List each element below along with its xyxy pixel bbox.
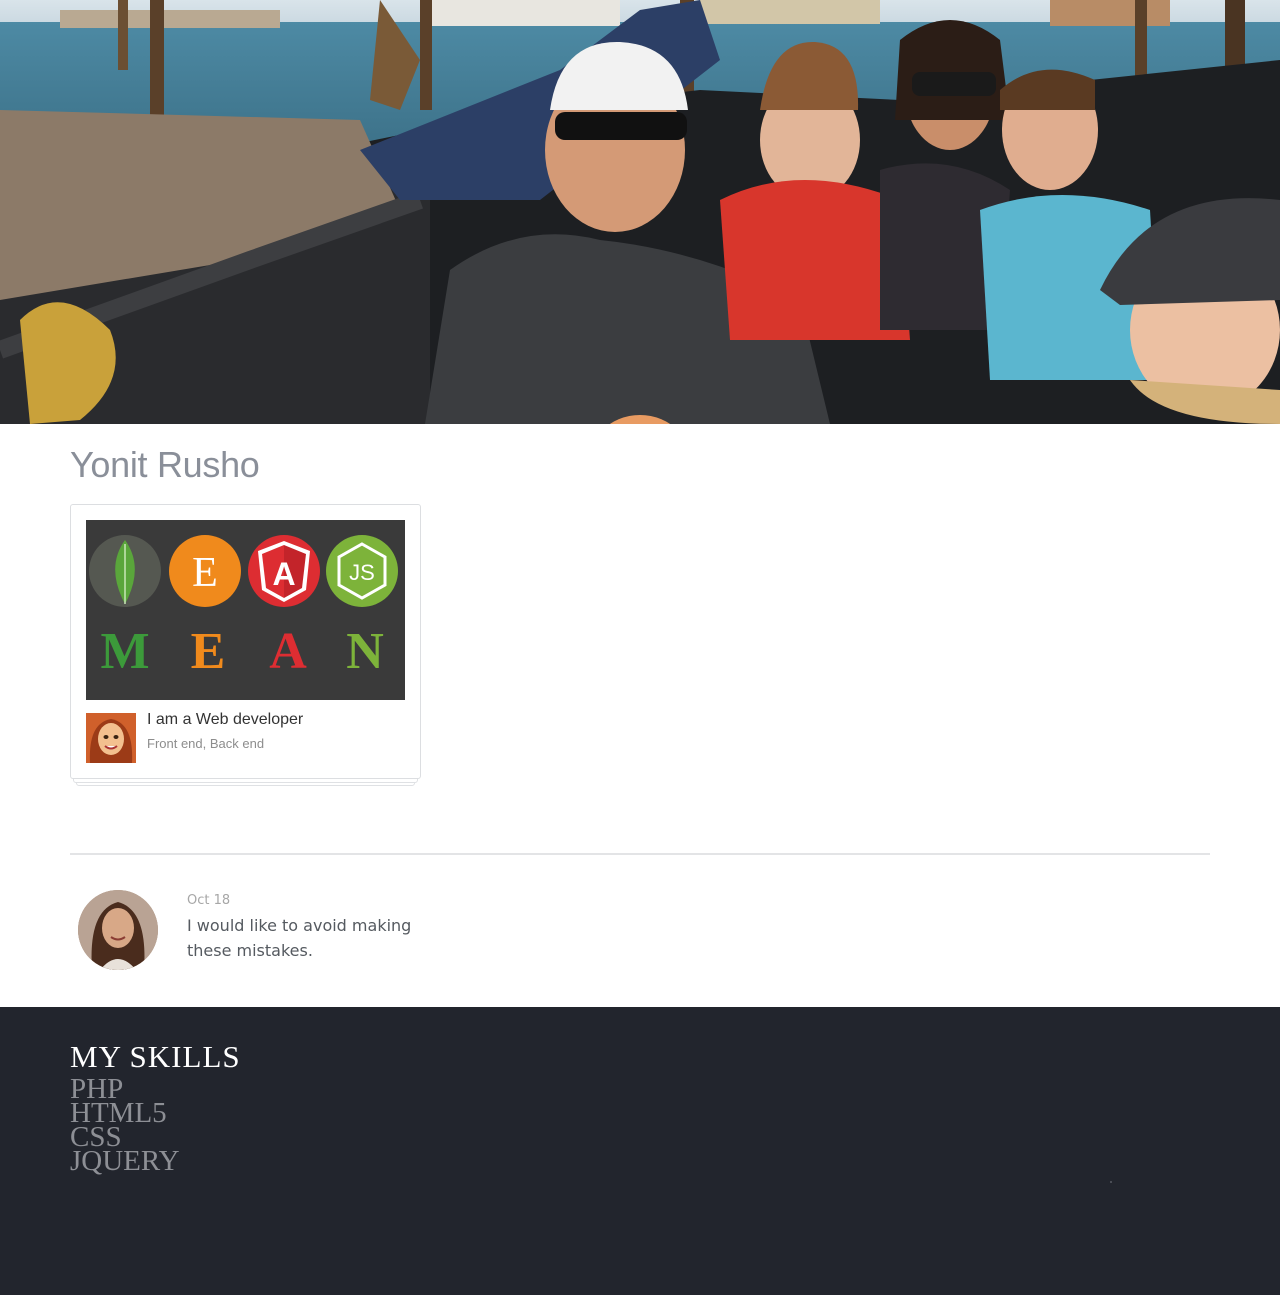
footer-dot bbox=[1110, 1181, 1112, 1183]
profile-name: Yonit Rusho bbox=[70, 444, 260, 485]
mean-letter-a: A bbox=[269, 623, 307, 680]
card-title: I am a Web developer bbox=[147, 711, 304, 728]
mean-stack-image: E A JS M E A N bbox=[86, 520, 405, 700]
skills-footer: MY SKILLS PHP HTML5 CSS JQUERY bbox=[0, 1007, 1280, 1295]
mongodb-leaf-icon bbox=[89, 535, 161, 607]
mean-letter-m: M bbox=[100, 623, 149, 680]
angular-shield-icon: A bbox=[248, 535, 320, 607]
comment-date: Oct 18 bbox=[187, 893, 231, 908]
skills-title: MY SKILLS bbox=[70, 1039, 241, 1074]
nodejs-hexagon-icon: JS bbox=[326, 535, 398, 607]
card-subtitle: Front end, Back end bbox=[147, 736, 265, 751]
comment-avatar[interactable] bbox=[78, 890, 158, 970]
section-divider bbox=[70, 853, 1210, 855]
card-avatar bbox=[86, 713, 136, 763]
cover-photo-illustration bbox=[0, 0, 1280, 424]
comment-text: I would like to avoid making these mista… bbox=[187, 916, 412, 960]
svg-text:JS: JS bbox=[349, 560, 375, 585]
svg-text:A: A bbox=[272, 556, 295, 592]
mean-letter-e: E bbox=[191, 623, 226, 680]
profile-card[interactable]: E A JS M E A N I am a Web developer Fron… bbox=[70, 504, 421, 779]
svg-text:E: E bbox=[192, 550, 218, 596]
mean-letter-n: N bbox=[346, 623, 384, 680]
express-e-icon: E bbox=[169, 535, 241, 607]
cover-photo bbox=[0, 0, 1280, 424]
skills-list: PHP HTML5 CSS JQUERY bbox=[70, 1075, 180, 1177]
skill-item: JQUERY bbox=[70, 1145, 180, 1177]
profile-card-stack: E A JS M E A N I am a Web developer Fron… bbox=[70, 504, 421, 786]
